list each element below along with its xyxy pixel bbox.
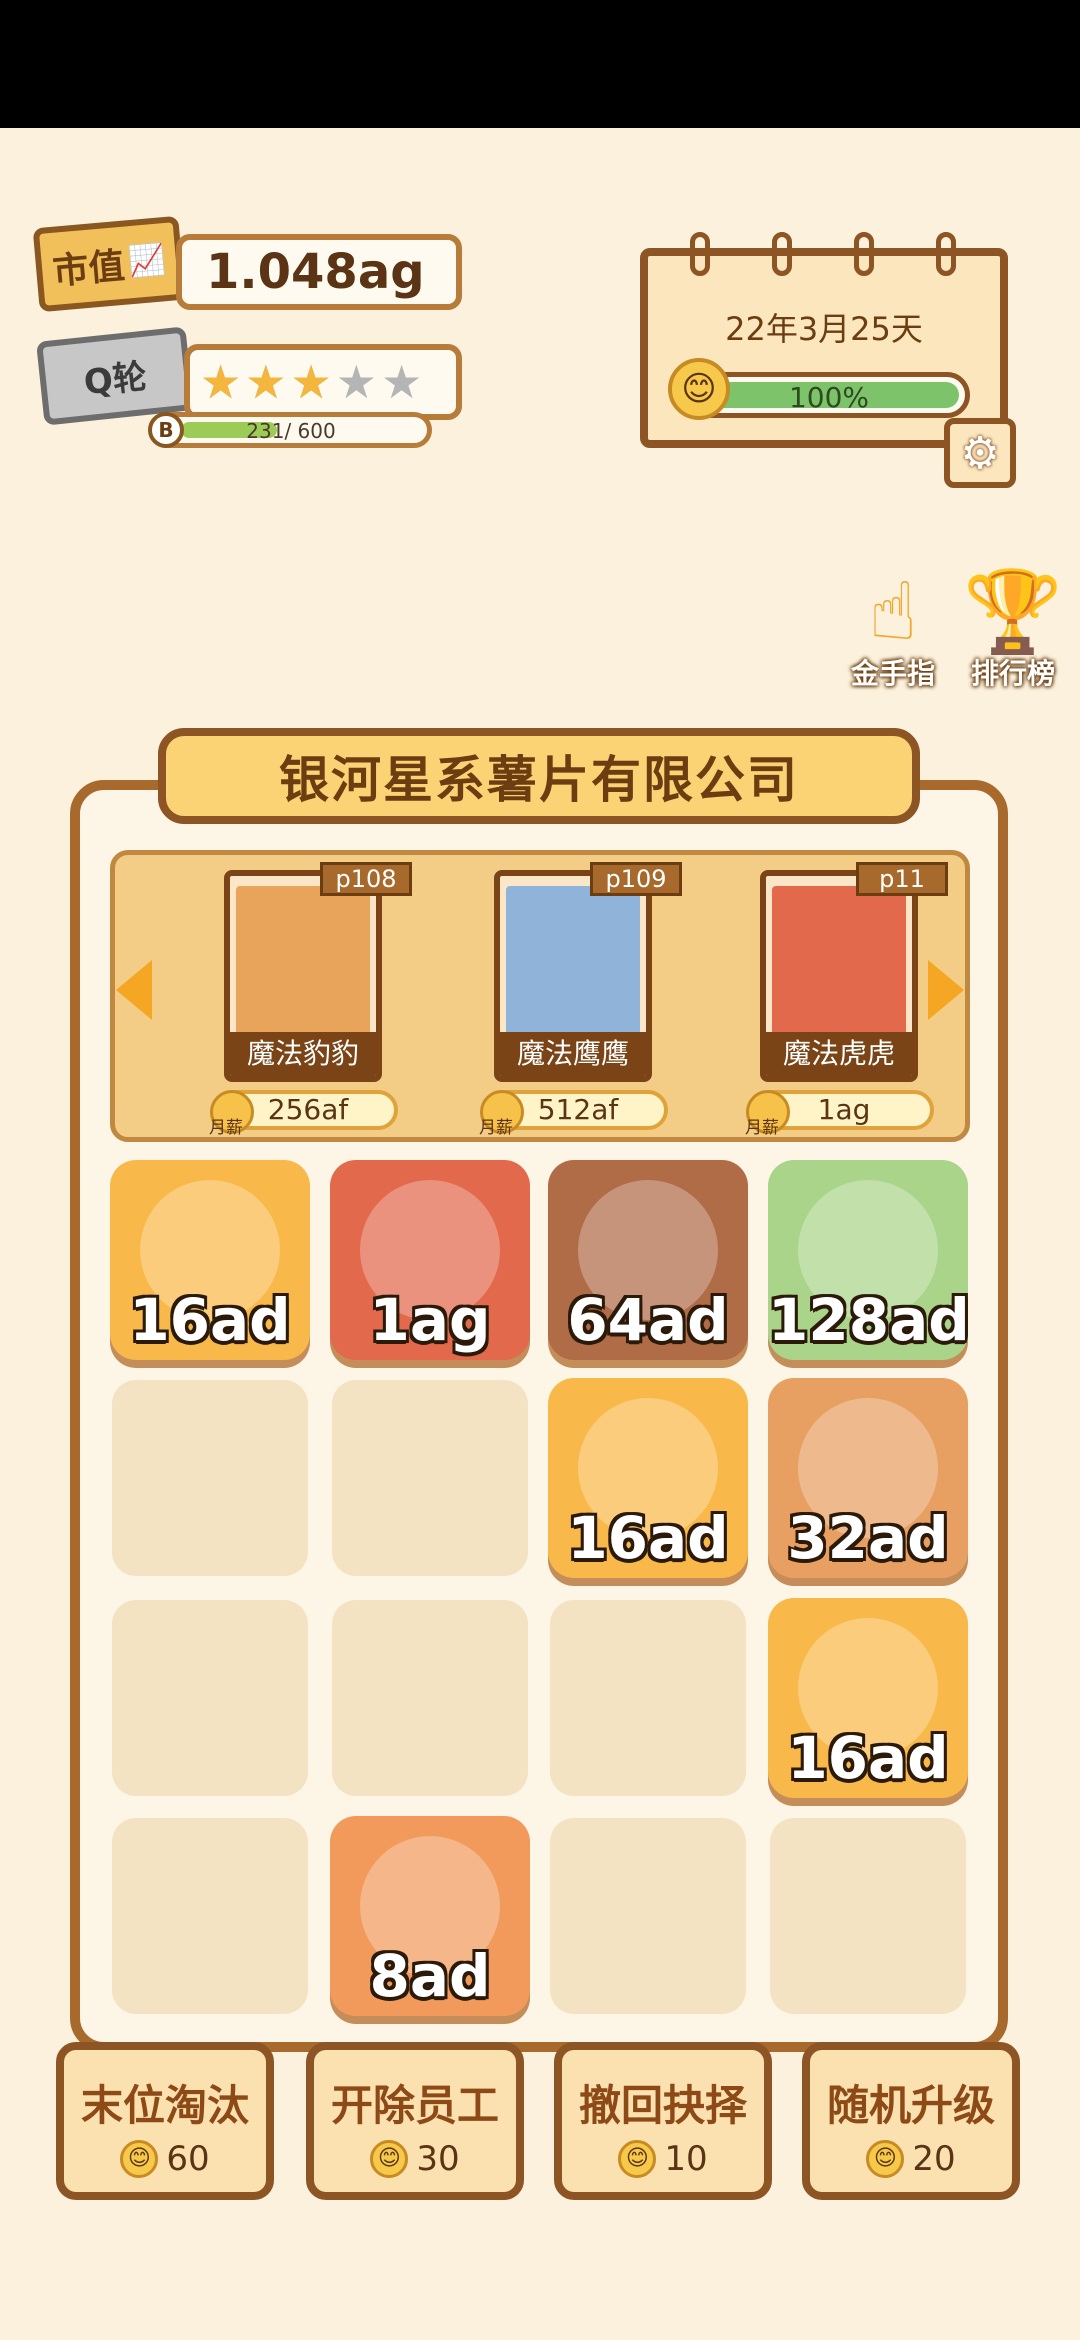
smile-coin-icon: 😊 (618, 2140, 657, 2178)
employee-tile-cat[interactable]: 16ad (110, 1160, 310, 1360)
action-cost-value: 20 (912, 2139, 956, 2179)
grid-cell[interactable] (770, 1818, 966, 2014)
action-label: 开除员工 (330, 2081, 499, 2130)
smile-icon: 😊 (668, 358, 730, 420)
market-cap-value: 1.048ag (176, 234, 462, 310)
grid-cell[interactable] (550, 1600, 746, 1796)
calendar-ring (936, 232, 956, 276)
action-cost: 😊 20 (810, 2139, 1012, 2179)
employee-value: 16ad (567, 1504, 729, 1572)
hire-card[interactable]: 魔法虎虎 (760, 870, 918, 1082)
star-icon: ★ (381, 355, 423, 409)
employee-tile-tiger[interactable]: 1ag (330, 1160, 530, 1360)
market-cap-label: 市值 (51, 245, 127, 293)
hire-card-name: 魔法豹豹 (230, 1032, 376, 1076)
calendar-ring (772, 232, 792, 276)
grid-cell[interactable] (550, 1818, 746, 2014)
employee-value: 16ad (129, 1286, 291, 1354)
smile-coin-icon: 😊 (866, 2140, 905, 2178)
action-button[interactable]: 撤回抉择 😊 10 (554, 2042, 772, 2200)
action-cost: 😊 30 (314, 2139, 516, 2179)
action-label: 末位淘汰 (80, 2081, 249, 2130)
calendar-ring (690, 232, 710, 276)
hire-card-name: 魔法鹰鹰 (500, 1032, 646, 1076)
employee-tile-wolf[interactable]: 128ad (768, 1160, 968, 1360)
action-cost: 😊 60 (64, 2139, 266, 2179)
golden-finger-button[interactable]: ☝ 金手指 (838, 572, 948, 692)
hire-card-tag: p108 (320, 862, 412, 896)
employee-value: 128ad (768, 1286, 968, 1354)
action-cost-value: 60 (166, 2139, 210, 2179)
chart-up-icon: 📈 (126, 241, 167, 280)
employee-value: 1ag (369, 1286, 491, 1354)
employee-value: 64ad (567, 1286, 729, 1354)
action-label: 随机升级 (826, 2081, 995, 2130)
grid-cell[interactable] (112, 1600, 308, 1796)
action-cost: 😊 10 (562, 2139, 764, 2179)
monthly-salary-coin-icon: 月薪 (209, 1090, 254, 1138)
action-cost-value: 10 (664, 2139, 708, 2179)
xp-bar: 231/ 600 (150, 412, 432, 448)
star-icon: ★ (245, 355, 287, 409)
monthly-salary-label: 月薪 (745, 1118, 779, 1138)
mood-percent: 100% (788, 381, 870, 414)
leaderboard-label: 排行榜 (970, 657, 1055, 690)
employee-value: 32ad (787, 1504, 949, 1572)
market-cap-tag: 市值 📈 (32, 215, 186, 313)
hire-card-tag: p11 (856, 862, 948, 896)
action-button[interactable]: 开除员工 😊 30 (306, 2042, 524, 2200)
hire-card[interactable]: 魔法豹豹 (224, 870, 382, 1082)
employee-tile-cat[interactable]: 16ad (548, 1378, 748, 1578)
monthly-salary-label: 月薪 (209, 1118, 243, 1138)
calendar-ring (854, 232, 874, 276)
hire-card-name: 魔法虎虎 (766, 1032, 912, 1076)
status-bar (0, 0, 1080, 128)
character-portrait (772, 886, 906, 1036)
leaderboard-button[interactable]: 🏆 排行榜 (958, 572, 1068, 692)
employee-tile-cat[interactable]: 16ad (768, 1598, 968, 1798)
monthly-salary-coin-icon: 月薪 (479, 1090, 524, 1138)
calendar-date: 22年3月25天 (725, 310, 923, 348)
character-portrait (236, 886, 370, 1036)
company-name: 银河星系薯片有限公司 (158, 728, 920, 824)
action-button[interactable]: 随机升级 😊 20 (802, 2042, 1020, 2200)
grid-cell[interactable] (112, 1380, 308, 1576)
hire-card[interactable]: 魔法鹰鹰 (494, 870, 652, 1082)
star-icon: ★ (200, 355, 242, 409)
employee-tile-red-panda[interactable]: 8ad (330, 1816, 530, 2016)
round-tag: Q轮 (36, 326, 194, 426)
pointing-hand-icon: ☝ (868, 565, 918, 658)
employee-value: 8ad (369, 1942, 491, 2010)
action-label: 撤回抉择 (578, 2081, 747, 2130)
star-icon: ★ (290, 355, 332, 409)
grid-cell[interactable] (112, 1818, 308, 2014)
employee-tile-shiba[interactable]: 32ad (768, 1378, 968, 1578)
hire-card-tag: p109 (590, 862, 682, 896)
settings-gear-icon[interactable]: ⚙ (944, 418, 1016, 488)
mood-bar: 100% (688, 372, 970, 418)
employee-tile-bear[interactable]: 64ad (548, 1160, 748, 1360)
golden-finger-label: 金手指 (850, 657, 935, 690)
star-icon: ★ (335, 355, 377, 409)
round-stars: ★ ★ ★ ★ ★ (184, 344, 462, 420)
next-arrow-icon[interactable] (928, 960, 964, 1020)
grid-cell[interactable] (332, 1600, 528, 1796)
xp-text: 231/ 600 (246, 419, 336, 443)
monthly-salary-coin-icon: 月薪 (745, 1090, 790, 1138)
smile-coin-icon: 😊 (370, 2140, 409, 2178)
character-portrait (506, 886, 640, 1036)
smile-coin-icon: 😊 (120, 2140, 159, 2178)
b-badge: B (148, 412, 184, 448)
prev-arrow-icon[interactable] (116, 960, 152, 1020)
monthly-salary-label: 月薪 (479, 1118, 513, 1138)
trophy-icon: 🏆 (963, 565, 1063, 658)
grid-cell[interactable] (332, 1380, 528, 1576)
employee-value: 16ad (787, 1724, 949, 1792)
action-button[interactable]: 末位淘汰 😊 60 (56, 2042, 274, 2200)
action-cost-value: 30 (416, 2139, 460, 2179)
